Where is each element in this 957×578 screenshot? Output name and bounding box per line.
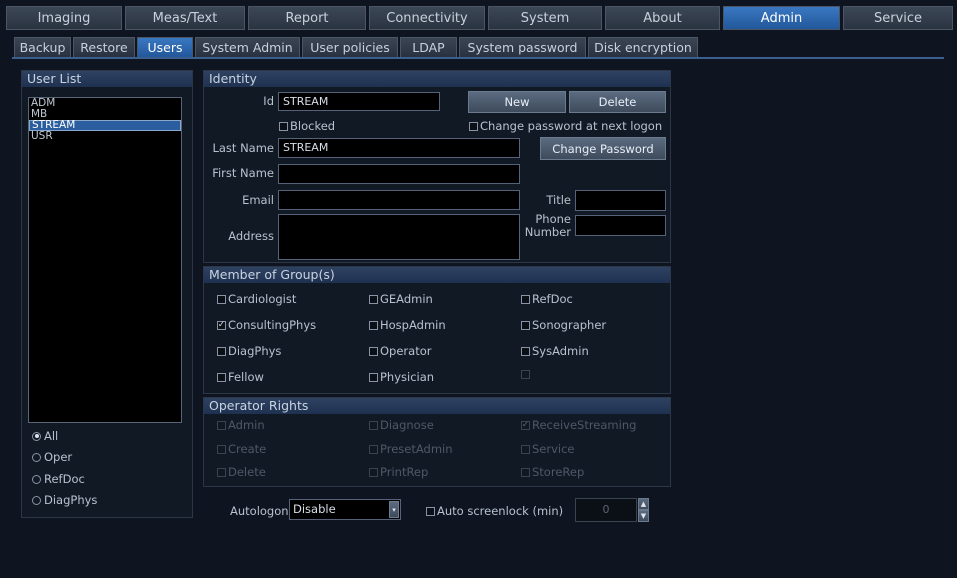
first-name-field[interactable] xyxy=(278,164,520,184)
address-label: Address xyxy=(228,229,274,243)
autologon-label: Autologon xyxy=(230,504,289,518)
subtab-users[interactable]: Users xyxy=(137,37,193,58)
user-listbox[interactable]: ADM MB STREAM USR xyxy=(28,97,182,423)
address-field[interactable] xyxy=(278,214,520,260)
operator-rights-header: Operator Rights xyxy=(204,398,670,414)
phone-number-field[interactable] xyxy=(575,215,666,236)
filter-oper-radio[interactable]: Oper xyxy=(32,450,72,464)
subtab-backup[interactable]: Backup xyxy=(14,37,71,58)
phone-number-label: Phone Number xyxy=(524,212,571,239)
group-refdoc-checkbox[interactable]: RefDoc xyxy=(521,292,573,306)
last-name-field[interactable]: STREAM xyxy=(278,138,520,158)
change-password-next-logon-checkbox[interactable]: Change password at next logon xyxy=(469,119,662,133)
group-diagphys-checkbox[interactable]: DiagPhys xyxy=(217,344,281,358)
radio-icon xyxy=(32,495,41,505)
group-hospadmin-checkbox[interactable]: HospAdmin xyxy=(369,318,446,332)
tab-connectivity[interactable]: Connectivity xyxy=(369,6,485,30)
filter-all-radio[interactable]: All xyxy=(32,429,58,443)
filter-diagphys-radio[interactable]: DiagPhys xyxy=(32,493,97,507)
last-name-label: Last Name xyxy=(212,141,274,155)
right-diagnose-checkbox: Diagnose xyxy=(369,418,434,432)
checkmark-icon: ✓ xyxy=(521,419,530,430)
right-presetadmin-checkbox: PresetAdmin xyxy=(369,442,453,456)
right-storerep-checkbox: StoreRep xyxy=(521,465,584,479)
tab-imaging[interactable]: Imaging xyxy=(6,6,122,30)
id-label: Id xyxy=(263,94,274,108)
subtab-restore[interactable]: Restore xyxy=(73,37,135,58)
email-field[interactable] xyxy=(278,190,520,210)
group-operator-checkbox[interactable]: Operator xyxy=(369,344,431,358)
title-label: Title xyxy=(546,193,571,207)
auto-screenlock-spinner[interactable]: 0 xyxy=(575,498,637,522)
first-name-label: First Name xyxy=(212,166,274,180)
filter-refdoc-radio[interactable]: RefDoc xyxy=(32,472,85,486)
title-field[interactable] xyxy=(575,190,666,211)
tab-report[interactable]: Report xyxy=(248,6,366,30)
dropdown-arrow-icon[interactable]: ▾ xyxy=(389,501,399,518)
id-field[interactable]: STREAM xyxy=(278,92,440,111)
change-password-button[interactable]: Change Password xyxy=(540,137,666,160)
spin-up-icon[interactable]: ▲ xyxy=(638,498,649,510)
group-cardiologist-checkbox[interactable]: Cardiologist xyxy=(217,292,296,306)
right-delete-checkbox: Delete xyxy=(217,465,266,479)
list-item-usr[interactable]: USR xyxy=(29,131,181,142)
right-printrep-checkbox: PrintRep xyxy=(369,465,428,479)
blocked-checkbox[interactable]: Blocked xyxy=(279,119,335,133)
group-sysadmin-checkbox[interactable]: SysAdmin xyxy=(521,344,589,358)
group-geadmin-checkbox[interactable]: GEAdmin xyxy=(369,292,433,306)
subtab-system-password[interactable]: System password xyxy=(459,37,586,58)
subtab-system-admin[interactable]: System Admin xyxy=(195,37,300,58)
delete-button[interactable]: Delete xyxy=(569,91,666,113)
spin-down-icon[interactable]: ▼ xyxy=(638,510,649,522)
new-button[interactable]: New xyxy=(468,91,566,113)
right-create-checkbox: Create xyxy=(217,442,266,456)
radio-icon xyxy=(32,474,41,484)
tab-meas-text[interactable]: Meas/Text xyxy=(125,6,245,30)
checkmark-icon: ✓ xyxy=(217,319,226,330)
group-physician-checkbox[interactable]: Physician xyxy=(369,370,434,384)
right-service-checkbox: Service xyxy=(521,442,575,456)
autologon-select[interactable]: Disable xyxy=(289,499,401,520)
subtab-disk-encryption[interactable]: Disk encryption xyxy=(588,37,698,58)
subtab-user-policies[interactable]: User policies xyxy=(302,37,398,58)
tab-system[interactable]: System xyxy=(488,6,602,30)
right-admin-checkbox: Admin xyxy=(217,418,265,432)
tab-admin[interactable]: Admin xyxy=(723,6,840,30)
group-sonographer-checkbox[interactable]: Sonographer xyxy=(521,318,606,332)
radio-icon xyxy=(32,452,41,462)
tab-about[interactable]: About xyxy=(605,6,720,30)
group-fellow-checkbox[interactable]: Fellow xyxy=(217,370,264,384)
identity-header: Identity xyxy=(204,71,670,87)
radio-selected-icon xyxy=(32,431,41,441)
groups-header: Member of Group(s) xyxy=(204,267,670,283)
right-receivestreaming-checkbox: ✓ ReceiveStreaming xyxy=(521,418,637,432)
user-list-header: User List xyxy=(22,71,192,87)
subtab-divider xyxy=(12,57,944,59)
group-empty-checkbox xyxy=(521,370,532,379)
auto-screenlock-checkbox[interactable]: Auto screenlock (min) xyxy=(426,504,563,518)
subtab-ldap[interactable]: LDAP xyxy=(400,37,457,58)
group-consultingphys-checkbox[interactable]: ✓ ConsultingPhys xyxy=(217,318,316,332)
email-label: Email xyxy=(242,193,274,207)
list-item-adm[interactable]: ADM xyxy=(29,98,181,109)
tab-service[interactable]: Service xyxy=(843,6,953,30)
